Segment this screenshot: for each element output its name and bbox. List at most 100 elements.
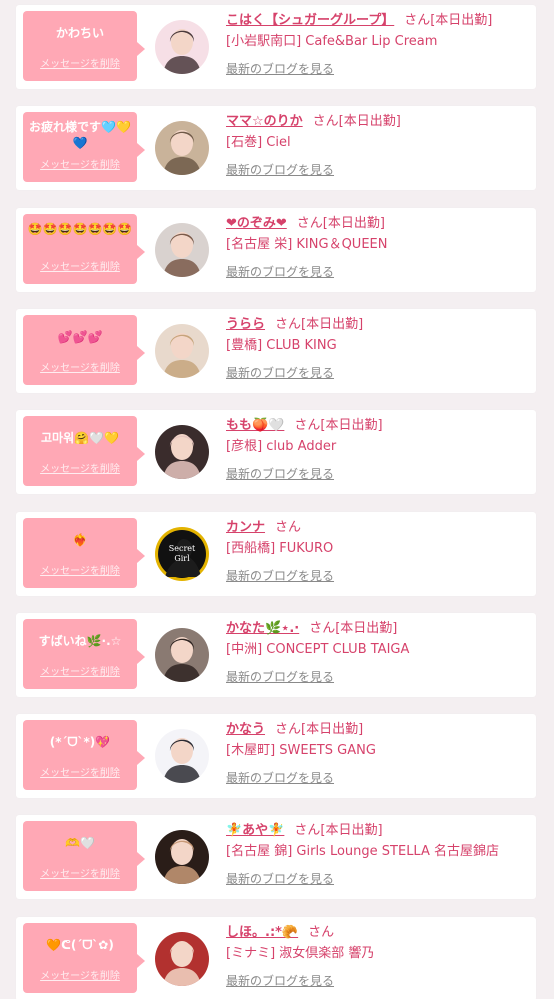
view-blog-link[interactable]: 最新のブログを見る <box>226 162 530 178</box>
message-bubble: すばいね🌿·.☆ メッセージを削除 <box>23 618 145 689</box>
message-text: 🫶🤍 <box>65 836 95 851</box>
shop-text: [名古屋 栄] KING＆QUEEN <box>226 236 388 252</box>
cast-name-link[interactable]: ママ☆のりか <box>226 114 303 129</box>
portrait-standing-girl-icon[interactable] <box>155 729 209 784</box>
message-bubble: 🧡ᕦ(ˊᗜˋ✿) メッセージを削除 <box>23 922 145 993</box>
notification-card: すばいね🌿·.☆ メッセージを削除 かなた🌿⋆.· さん[本日出勤] [中洲] C… <box>16 612 536 697</box>
notification-list: かわちい メッセージを削除 こはく【シュガーグループ】 さん[本日出勤] [小岩駅… <box>0 0 554 999</box>
shop-text: [中洲] CONCEPT CLUB TAIGA <box>226 641 410 657</box>
status-text: さん <box>275 519 302 535</box>
cast-info: 🧚あや🧚 さん[本日出勤] [名古屋 錦] Girls Lounge STELLA… <box>226 821 530 887</box>
status-text: さん[本日出勤] <box>309 620 398 636</box>
view-blog-link[interactable]: 最新のブログを見る <box>226 973 530 989</box>
cast-name-link[interactable]: もも🍑🤍 <box>226 418 284 433</box>
portrait-girl-headphones-icon[interactable] <box>155 20 209 74</box>
message-text: 고마워🤗🤍💛 <box>41 431 119 446</box>
delete-message-link[interactable]: メッセージを削除 <box>23 160 137 172</box>
portrait-dark-bg-icon[interactable] <box>155 830 209 885</box>
secret-girl-logo-icon[interactable]: Secret Girl <box>155 526 209 581</box>
message-bubble: かわちい メッセージを削除 <box>23 11 145 81</box>
message-text: 💕💕💕 <box>57 329 103 344</box>
notification-card: 고마워🤗🤍💛 メッセージを削除 もも🍑🤍 さん[本日出勤] [彦根] club A… <box>16 410 536 495</box>
notification-card: お疲れ様です🩵💛💙 メッセージを削除 ママ☆のりか さん[本日出勤] [石巻] C… <box>16 106 536 191</box>
status-text: さん[本日出勤] <box>275 722 364 738</box>
message-text: すばいね🌿·.☆ <box>38 633 122 648</box>
delete-message-link[interactable]: メッセージを削除 <box>23 363 137 375</box>
message-text: お疲れ様です🩵💛💙 <box>29 120 131 151</box>
message-text: 🤩🤩🤩🤩🤩🤩🤩 <box>27 221 133 236</box>
cast-name-link[interactable]: ❤のぞみ❤ <box>226 216 287 231</box>
shop-text: [西船橋] FUKURO <box>226 540 334 556</box>
view-blog-link[interactable]: 最新のブログを見る <box>226 264 530 280</box>
cast-info: もも🍑🤍 さん[本日出勤] [彦根] club Adder 最新のブログを見る <box>226 416 530 482</box>
notification-card: 🧡ᕦ(ˊᗜˋ✿) メッセージを削除 しほ。.:*🥐 さん [ミナミ] 淑女倶楽部 … <box>16 916 536 999</box>
status-text: さん[本日出勤] <box>294 823 383 839</box>
shop-text: [石巻] Ciel <box>226 135 291 151</box>
status-text: さん[本日出勤] <box>312 114 401 130</box>
message-bubble: 고마워🤗🤍💛 メッセージを削除 <box>23 416 145 487</box>
notification-card: ❤️‍🔥 メッセージを削除 Secret Girl カンナ さん [西船橋] FU… <box>16 511 536 596</box>
cast-name-link[interactable]: しほ。.:*🥐 <box>226 925 298 940</box>
cast-name-link[interactable]: こはく【シュガーグループ】 <box>226 13 394 28</box>
delete-message-link[interactable]: メッセージを削除 <box>23 464 137 476</box>
notification-card: (*ˊᗜˋ*)💖 メッセージを削除 かなう さん[本日出勤] [木屋町] SWEE… <box>16 714 536 799</box>
message-bubble: 🫶🤍 メッセージを削除 <box>23 821 145 892</box>
message-bubble: ❤️‍🔥 メッセージを削除 <box>23 517 145 588</box>
shop-text: [木屋町] SWEETS GANG <box>226 743 376 759</box>
cast-info: ❤のぞみ❤ さん[本日出勤] [名古屋 栄] KING＆QUEEN 最新のブログを… <box>226 214 530 280</box>
status-text: さん[本日出勤] <box>404 13 493 28</box>
view-blog-link[interactable]: 最新のブログを見る <box>226 466 530 482</box>
status-text: さん <box>308 924 335 940</box>
portrait-dark-hair-icon[interactable] <box>155 627 209 682</box>
view-blog-link[interactable]: 最新のブログを見る <box>226 365 530 381</box>
delete-message-link[interactable]: メッセージを削除 <box>23 768 137 780</box>
portrait-blonde-icon[interactable] <box>155 323 209 378</box>
cast-name-link[interactable]: かなた🌿⋆.· <box>226 621 299 636</box>
message-bubble: 💕💕💕 メッセージを削除 <box>23 314 145 385</box>
delete-message-link[interactable]: メッセージを削除 <box>23 59 137 71</box>
message-text: 🧡ᕦ(ˊᗜˋ✿) <box>46 937 114 952</box>
cast-name-link[interactable]: カンナ <box>226 520 265 535</box>
view-blog-link[interactable]: 最新のブログを見る <box>226 568 530 584</box>
delete-message-link[interactable]: メッセージを削除 <box>23 869 137 881</box>
shop-text: [小岩駅南口] Cafe&Bar Lip Cream <box>226 34 438 49</box>
notification-card: かわちい メッセージを削除 こはく【シュガーグループ】 さん[本日出勤] [小岩駅… <box>16 5 536 89</box>
notification-card: 🫶🤍 メッセージを削除 🧚あや🧚 さん[本日出勤] [名古屋 錦] Girls L… <box>16 815 536 900</box>
cast-info: こはく【シュガーグループ】 さん[本日出勤] [小岩駅南口] Cafe&Bar L… <box>226 11 530 77</box>
portrait-red-heart-icon[interactable] <box>155 931 209 986</box>
portrait-girl-icon[interactable] <box>155 222 209 277</box>
message-bubble: 🤩🤩🤩🤩🤩🤩🤩 メッセージを削除 <box>23 213 145 284</box>
cast-info: しほ。.:*🥐 さん [ミナミ] 淑女倶楽部 響乃 最新のブログを見る <box>226 923 530 989</box>
delete-message-link[interactable]: メッセージを削除 <box>23 667 137 679</box>
portrait-bow-girl-icon[interactable] <box>155 425 209 480</box>
notification-card: 🤩🤩🤩🤩🤩🤩🤩 メッセージを削除 ❤のぞみ❤ さん[本日出勤] [名古屋 栄] K… <box>16 207 536 292</box>
view-blog-link[interactable]: 最新のブログを見る <box>226 871 530 887</box>
cast-name-link[interactable]: 🧚あや🧚 <box>226 823 284 838</box>
view-blog-link[interactable]: 最新のブログを見る <box>226 61 530 77</box>
message-text: (*ˊᗜˋ*)💖 <box>49 735 111 750</box>
cast-info: カンナ さん [西船橋] FUKURO 最新のブログを見る <box>226 518 530 584</box>
delete-message-link[interactable]: メッセージを削除 <box>23 262 137 274</box>
delete-message-link[interactable]: メッセージを削除 <box>23 971 137 983</box>
message-text: かわちい <box>55 26 104 40</box>
view-blog-link[interactable]: 最新のブログを見る <box>226 669 530 685</box>
cast-name-link[interactable]: うらら <box>226 317 265 332</box>
message-bubble: (*ˊᗜˋ*)💖 メッセージを削除 <box>23 720 145 791</box>
shop-text: [彦根] club Adder <box>226 439 337 455</box>
logo-text-secret: Secret <box>169 544 196 553</box>
cast-info: うらら さん[本日出勤] [豊橋] CLUB KING 最新のブログを見る <box>226 315 530 381</box>
status-text: さん[本日出勤] <box>296 215 385 231</box>
cast-info: かなた🌿⋆.· さん[本日出勤] [中洲] CONCEPT CLUB TAIGA … <box>226 619 530 685</box>
view-blog-link[interactable]: 最新のブログを見る <box>226 770 530 786</box>
logo-text-girl: Girl <box>174 554 190 563</box>
status-text: さん[本日出勤] <box>275 316 364 332</box>
status-text: さん[本日出勤] <box>294 418 383 434</box>
cast-info: かなう さん[本日出勤] [木屋町] SWEETS GANG 最新のブログを見る <box>226 720 530 786</box>
portrait-group-icon[interactable] <box>155 121 209 176</box>
message-text: ❤️‍🔥 <box>72 532 88 547</box>
shop-text: [ミナミ] 淑女倶楽部 響乃 <box>226 945 375 961</box>
delete-message-link[interactable]: メッセージを削除 <box>23 566 137 578</box>
cast-name-link[interactable]: かなう <box>226 722 265 737</box>
shop-text: [名古屋 錦] Girls Lounge STELLA 名古屋錦店 <box>226 844 500 860</box>
notification-card: 💕💕💕 メッセージを削除 うらら さん[本日出勤] [豊橋] CLUB KING … <box>16 308 536 393</box>
